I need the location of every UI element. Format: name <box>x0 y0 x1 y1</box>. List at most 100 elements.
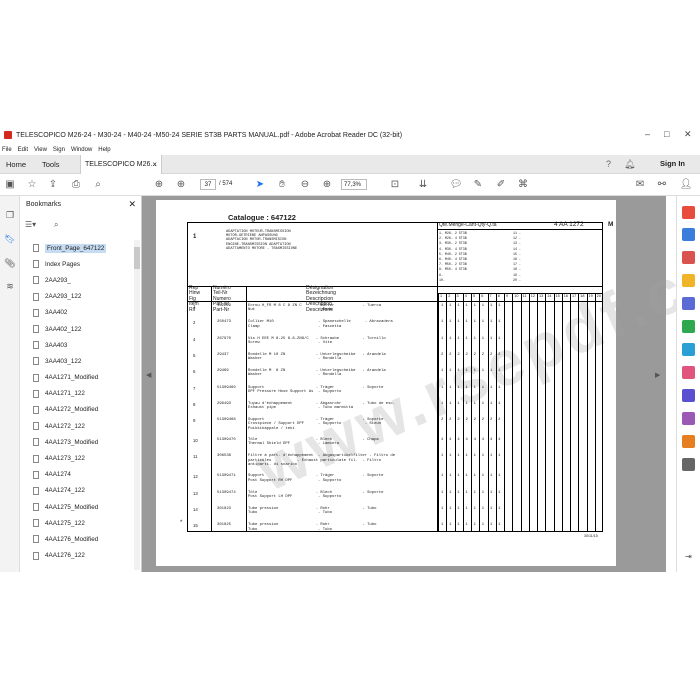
item-part-number: 306538 <box>217 454 232 459</box>
bookmark-item[interactable]: 3AA403 <box>20 337 133 353</box>
attachments-icon[interactable]: 📎︎ <box>4 258 16 270</box>
star-icon[interactable]: ☆ <box>25 178 39 192</box>
tab-document[interactable]: TELESCOPICO M26... × <box>80 155 162 174</box>
page-thumbnails-icon[interactable]: ❐ <box>4 210 16 222</box>
bookmark-item[interactable]: 4AA1276_122 <box>20 548 133 564</box>
qty-number-row-top <box>437 293 603 294</box>
expand-pane-icon[interactable]: ⇥ <box>685 552 692 561</box>
organize-pages-icon[interactable] <box>682 320 695 333</box>
mail-icon[interactable]: ✉ <box>633 178 647 192</box>
qty-column-number: 11 <box>522 294 527 298</box>
document-view[interactable]: ◀ www.rsepdf.com Catalogue : 647122 1 ADAP… <box>142 196 700 572</box>
bookmarks-title: Bookmarks <box>26 201 62 208</box>
menu-window[interactable]: Window <box>71 147 92 153</box>
bookmark-item[interactable]: 4AA1273_Modified <box>20 434 133 450</box>
select-tool-icon[interactable]: ➤ <box>253 178 267 192</box>
item-part-number: 51309474 <box>217 490 236 495</box>
bookmark-item[interactable]: 4AA1272_122 <box>20 418 133 434</box>
zoom-level-field[interactable]: 77,3% <box>341 179 367 190</box>
bookmark-item[interactable]: 4AA1275_122 <box>20 515 133 531</box>
scrollbar-thumb[interactable] <box>134 247 140 269</box>
protect-icon[interactable] <box>682 389 695 402</box>
document-icon <box>33 276 39 285</box>
bookmark-item[interactable]: Index Pages <box>20 256 133 272</box>
highlight-icon[interactable]: ✎ <box>471 178 485 192</box>
acrobat-window: TELESCOPICO M26-24 - M30-24 - M40-24 -M5… <box>0 125 700 572</box>
tab-tools[interactable]: Tools <box>38 155 64 174</box>
minimize-button[interactable]: – <box>645 129 650 139</box>
page-number-input[interactable]: 37 <box>200 179 216 190</box>
tab-home[interactable]: Home <box>2 155 30 174</box>
draw-icon[interactable]: ✐ <box>494 178 508 192</box>
bookmark-item[interactable]: 2AA293_ <box>20 272 133 288</box>
help-icon[interactable]: ? <box>606 159 611 169</box>
close-window-button[interactable]: ✕ <box>684 129 692 140</box>
qty-col-sep <box>479 293 480 531</box>
bookmark-item[interactable]: 4AA1274_122 <box>20 483 133 499</box>
layers-icon[interactable]: ≋ <box>4 281 16 293</box>
close-tab-icon[interactable]: × <box>152 155 157 174</box>
comment-icon[interactable]: 💬︎ <box>449 178 463 192</box>
maximize-button[interactable]: □ <box>664 129 669 139</box>
bookmark-item[interactable]: 4AA1274 <box>20 467 133 483</box>
frame-right <box>602 222 603 532</box>
qty-col-sep <box>586 293 587 531</box>
collapse-right-icon[interactable]: ▶ <box>655 371 660 379</box>
link-icon[interactable]: ⚯ <box>655 178 669 192</box>
bookmark-item[interactable]: 3AA403_122 <box>20 353 133 369</box>
pdf-page: www.rsepdf.com Catalogue : 647122 1 ADAPTA… <box>156 200 700 566</box>
bookmark-item[interactable]: Front_Page_647122 <box>20 240 133 256</box>
combine-files-icon[interactable] <box>682 297 695 310</box>
document-icon <box>33 260 39 269</box>
edit-pdf-icon[interactable] <box>682 228 695 241</box>
item-part-number: 29437 <box>217 352 229 357</box>
fill-and-sign-icon[interactable] <box>682 412 695 425</box>
fit-page-icon[interactable]: ⊡ <box>388 178 402 192</box>
bookmark-item[interactable]: 4AA1272_Modified <box>20 402 133 418</box>
next-page-icon[interactable]: ⊕ <box>174 178 188 192</box>
bookmark-item[interactable]: 2AA293_122 <box>20 289 133 305</box>
bell-icon[interactable]: 🔔︎ <box>624 159 635 170</box>
bookmark-item[interactable]: 4AA1276_Modified <box>20 531 133 547</box>
bookmark-search-icon[interactable]: ⌕ <box>54 220 58 230</box>
menu-sign[interactable]: Sign <box>53 147 65 153</box>
previous-page-icon[interactable]: ⊕ <box>152 178 166 192</box>
bookmark-item[interactable]: 3AA402 <box>20 305 133 321</box>
send-for-signature-icon[interactable] <box>682 435 695 448</box>
print-icon[interactable]: ⎙ <box>69 178 83 192</box>
upload-icon[interactable]: ⇪ <box>46 178 60 192</box>
close-icon[interactable]: ✕ <box>128 199 136 210</box>
bookmarks-icon[interactable]: 🔖︎ <box>4 234 16 246</box>
scroll-mode-icon[interactable]: ⇊ <box>416 178 430 192</box>
comment-tool-icon[interactable] <box>682 274 695 287</box>
zoom-in-icon[interactable]: ⊕ <box>320 178 334 192</box>
collapse-left-icon[interactable]: ◀ <box>146 371 151 379</box>
hand-tool-icon[interactable]: ✋︎ <box>275 178 289 192</box>
bookmark-scrollbar[interactable] <box>134 240 140 570</box>
save-icon[interactable]: ▣ <box>3 178 17 192</box>
more-tools-icon[interactable] <box>682 458 695 471</box>
bookmark-item[interactable]: 4AA1273_122 <box>20 450 133 466</box>
bookmark-item[interactable]: 3AA402_122 <box>20 321 133 337</box>
search-icon[interactable]: ⌕ <box>91 178 105 192</box>
item-description: Ecrou H_FR M 8 C 8 ZN C - Mutter - Tuerc… <box>248 304 382 313</box>
create-pdf-icon[interactable] <box>682 251 695 264</box>
compress-pdf-icon[interactable] <box>682 343 695 356</box>
group-description: ADAPTATION MOTEUR-TRANSMISSION MOTOR-GET… <box>226 230 298 251</box>
bookmark-item[interactable]: 4AA1275_Modified <box>20 499 133 515</box>
zoom-out-icon[interactable]: ⊖ <box>298 178 312 192</box>
menu-edit[interactable]: Edit <box>18 147 28 153</box>
menu-help[interactable]: Help <box>98 147 110 153</box>
item-part-number: 301823 <box>217 507 232 511</box>
qty-column-number: 6 <box>481 294 484 298</box>
share-user-icon[interactable]: 👤︎ <box>679 178 693 192</box>
redact-icon[interactable] <box>682 366 695 379</box>
bookmark-item[interactable]: 4AA1271_122 <box>20 386 133 402</box>
sign-in-button[interactable]: Sign In <box>660 159 685 168</box>
bookmark-options-icon[interactable]: ☰▾ <box>25 220 36 229</box>
bookmark-item[interactable]: 4AA1271_Modified <box>20 370 133 386</box>
export-pdf-icon[interactable] <box>682 206 695 219</box>
menu-view[interactable]: View <box>34 147 47 153</box>
menu-file[interactable]: File <box>2 147 12 153</box>
fill-sign-icon[interactable]: ⌘ <box>516 178 530 192</box>
